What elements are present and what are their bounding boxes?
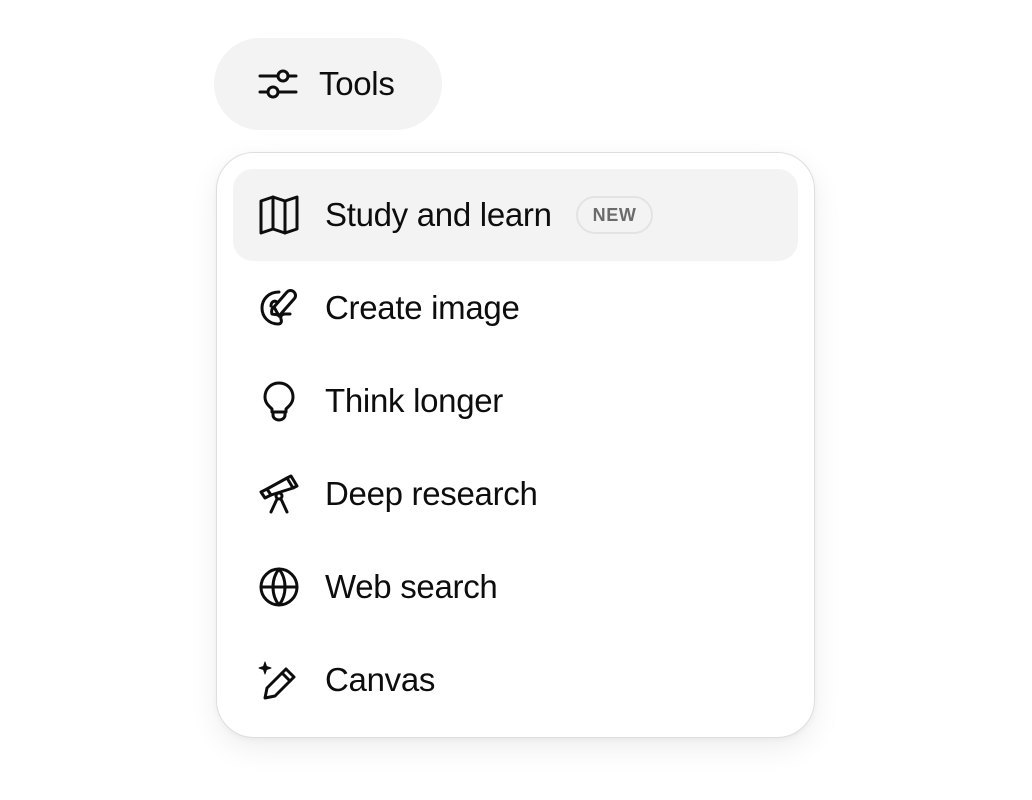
stage: Tools Study and learn NEW Create image T… — [0, 0, 1032, 800]
menu-item-create-image[interactable]: Create image — [233, 262, 798, 354]
menu-item-deep-research[interactable]: Deep research — [233, 448, 798, 540]
menu-item-study-and-learn[interactable]: Study and learn NEW — [233, 169, 798, 261]
tools-menu: Study and learn NEW Create image Think l… — [216, 152, 815, 738]
sliders-icon — [254, 60, 302, 108]
tools-button[interactable]: Tools — [214, 38, 442, 130]
lightbulb-icon — [255, 377, 303, 425]
new-badge: NEW — [575, 196, 654, 234]
telescope-icon — [255, 470, 303, 518]
book-open-icon — [255, 191, 303, 239]
pencil-sparkle-icon — [255, 656, 303, 704]
palette-brush-icon — [255, 284, 303, 332]
menu-item-web-search[interactable]: Web search — [233, 541, 798, 633]
menu-item-label: Canvas — [325, 661, 436, 698]
menu-item-label: Study and learn — [325, 196, 552, 233]
globe-icon — [255, 563, 303, 611]
menu-item-label: Think longer — [325, 382, 503, 419]
menu-item-label: Web search — [325, 568, 498, 605]
menu-item-think-longer[interactable]: Think longer — [233, 355, 798, 447]
tools-button-label: Tools — [319, 65, 395, 102]
menu-item-label: Deep research — [325, 475, 538, 512]
menu-item-label: Create image — [325, 289, 520, 326]
menu-item-canvas[interactable]: Canvas — [233, 634, 798, 726]
